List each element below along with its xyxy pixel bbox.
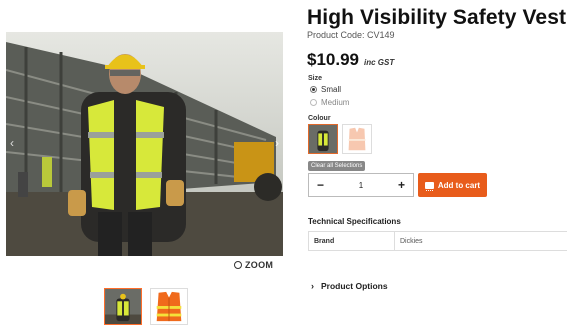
spec-row-brand: Brand Dickies [308, 231, 567, 251]
colour-swatch-orange[interactable] [342, 124, 372, 154]
zoom-label: ZOOM [245, 260, 274, 270]
radio-unselected-icon [310, 99, 317, 106]
cart-icon [424, 181, 434, 191]
quantity-stepper: − 1 + [308, 173, 414, 197]
thumbnail-strip [104, 288, 188, 325]
product-main-image[interactable]: ‹ › [6, 32, 283, 256]
prev-image-arrow-icon[interactable]: ‹ [10, 136, 14, 150]
next-image-arrow-icon[interactable]: › [275, 136, 279, 150]
worker-photo [6, 32, 283, 256]
product-code: Product Code: CV149 [307, 30, 395, 40]
price-tax-note: inc GST [364, 58, 395, 67]
thumbnail-worker-in-vest[interactable] [104, 288, 142, 325]
size-option-small[interactable]: Small [310, 85, 341, 94]
thumbnail-image [151, 289, 187, 324]
quantity-decrease-button[interactable]: − [317, 178, 324, 192]
quantity-increase-button[interactable]: + [398, 178, 405, 192]
yellow-vest-swatch-image [309, 125, 337, 153]
quantity-value[interactable]: 1 [359, 181, 363, 190]
spec-value: Dickies [400, 238, 423, 245]
size-option-medium[interactable]: Medium [310, 98, 349, 107]
colour-swatch-yellow[interactable] [308, 124, 338, 154]
spec-key: Brand [309, 232, 395, 250]
chevron-right-icon: › [311, 281, 314, 291]
zoom-button[interactable]: ZOOM [234, 260, 273, 270]
thumbnail-orange-vest[interactable] [150, 288, 188, 325]
add-to-cart-label: Add to cart [437, 180, 481, 190]
product-options-label: Product Options [321, 281, 388, 291]
thumbnail-image [105, 289, 141, 324]
technical-specifications-heading: Technical Specifications [308, 217, 401, 226]
zoom-icon [234, 261, 242, 269]
size-option-label: Medium [321, 98, 350, 107]
add-to-cart-button[interactable]: Add to cart [418, 173, 487, 197]
radio-selected-icon [310, 86, 317, 93]
product-title: High Visibility Safety Vest [307, 6, 567, 29]
clear-selections-button[interactable]: Clear all Selections [308, 161, 366, 171]
product-options-toggle[interactable]: › Product Options [311, 281, 388, 291]
price-amount: $10.99 [307, 50, 359, 69]
orange-vest-swatch-image [343, 125, 371, 153]
price-block: $10.99 inc GST [307, 50, 394, 70]
size-option-label: Small [321, 85, 342, 94]
colour-label: Colour [308, 115, 331, 122]
size-label: Size [308, 75, 323, 82]
